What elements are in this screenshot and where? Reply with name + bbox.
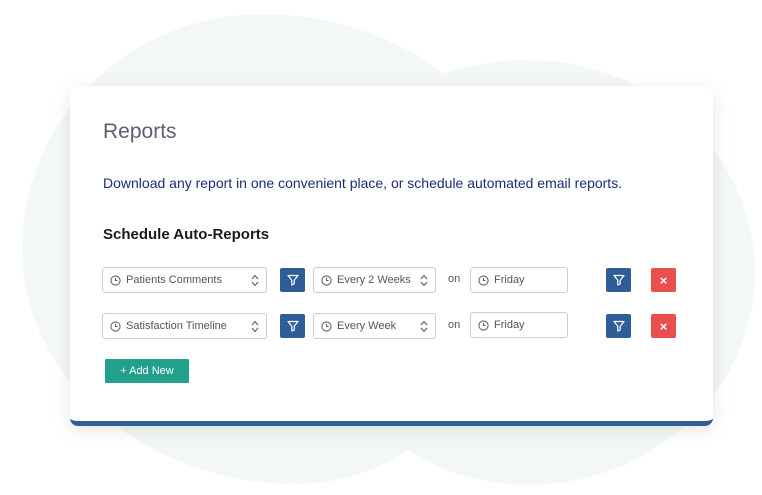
add-new-button[interactable]: + Add New bbox=[105, 359, 189, 383]
page-description: Download any report in one convenient pl… bbox=[103, 175, 623, 191]
filter-button[interactable] bbox=[280, 314, 305, 338]
close-icon: × bbox=[659, 318, 668, 334]
delete-button[interactable]: × bbox=[651, 314, 676, 338]
filter-icon bbox=[286, 320, 299, 332]
frequency-select-value: Every 2 Weeks bbox=[337, 274, 411, 286]
day-field-value: Friday bbox=[494, 274, 525, 286]
report-select-value: Patients Comments bbox=[126, 274, 222, 286]
frequency-select[interactable]: Every Week bbox=[313, 313, 436, 339]
report-select[interactable]: Patients Comments bbox=[102, 267, 267, 293]
clock-icon bbox=[110, 274, 121, 286]
report-select[interactable]: Satisfaction Timeline bbox=[102, 313, 267, 339]
schedule-row: Patients Comments Every 2 Weeks on Frida… bbox=[70, 267, 713, 293]
day-field[interactable]: Friday bbox=[470, 312, 568, 338]
clock-icon bbox=[478, 319, 489, 331]
schedule-row: Satisfaction Timeline Every Week on Frid… bbox=[70, 312, 713, 339]
filter-icon bbox=[612, 320, 625, 332]
frequency-select[interactable]: Every 2 Weeks bbox=[313, 267, 436, 293]
report-select-value: Satisfaction Timeline bbox=[126, 320, 227, 332]
on-label: on bbox=[448, 319, 461, 331]
day-field[interactable]: Friday bbox=[470, 267, 568, 293]
sort-arrows-icon bbox=[251, 274, 259, 287]
delete-button[interactable]: × bbox=[651, 268, 676, 292]
filter-button[interactable] bbox=[280, 268, 305, 292]
clock-icon bbox=[321, 274, 332, 286]
sort-arrows-icon bbox=[420, 274, 428, 287]
page-title: Reports bbox=[103, 120, 177, 143]
filter-button[interactable] bbox=[606, 314, 631, 338]
frequency-select-value: Every Week bbox=[337, 320, 397, 332]
on-label: on bbox=[448, 273, 461, 285]
filter-icon bbox=[286, 274, 299, 286]
clock-icon bbox=[321, 320, 332, 332]
section-title: Schedule Auto-Reports bbox=[103, 226, 270, 243]
filter-button[interactable] bbox=[606, 268, 631, 292]
clock-icon bbox=[478, 274, 489, 286]
sort-arrows-icon bbox=[420, 320, 428, 333]
sort-arrows-icon bbox=[251, 320, 259, 333]
day-field-value: Friday bbox=[494, 319, 525, 331]
clock-icon bbox=[110, 320, 121, 332]
reports-card: Reports Download any report in one conve… bbox=[70, 86, 713, 426]
filter-icon bbox=[612, 274, 625, 286]
close-icon: × bbox=[659, 272, 668, 288]
